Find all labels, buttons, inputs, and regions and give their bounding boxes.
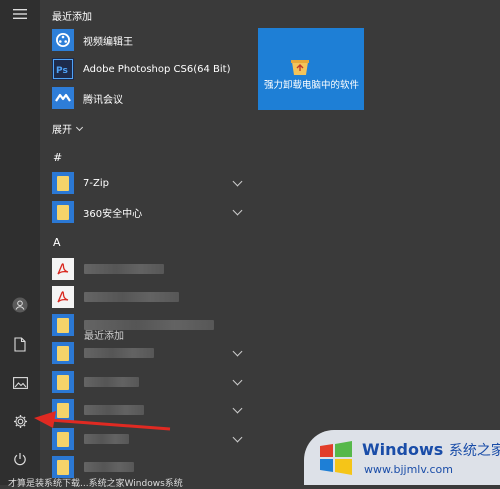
watermark-brand: Windows 系统之家	[362, 440, 500, 460]
annotation-arrow	[34, 411, 171, 431]
watermark-badge: Windows 系统之家 www.bjjmlv.com	[304, 430, 500, 485]
watermark-brand-text: Windows	[362, 440, 444, 459]
watermark-suffix: 系统之家	[448, 443, 500, 459]
windows-logo-icon	[320, 441, 352, 475]
bottom-caption: 才算是装系统下载...系统之家Windows系统	[8, 479, 183, 489]
watermark-url: www.bjjmlv.com	[364, 463, 453, 476]
